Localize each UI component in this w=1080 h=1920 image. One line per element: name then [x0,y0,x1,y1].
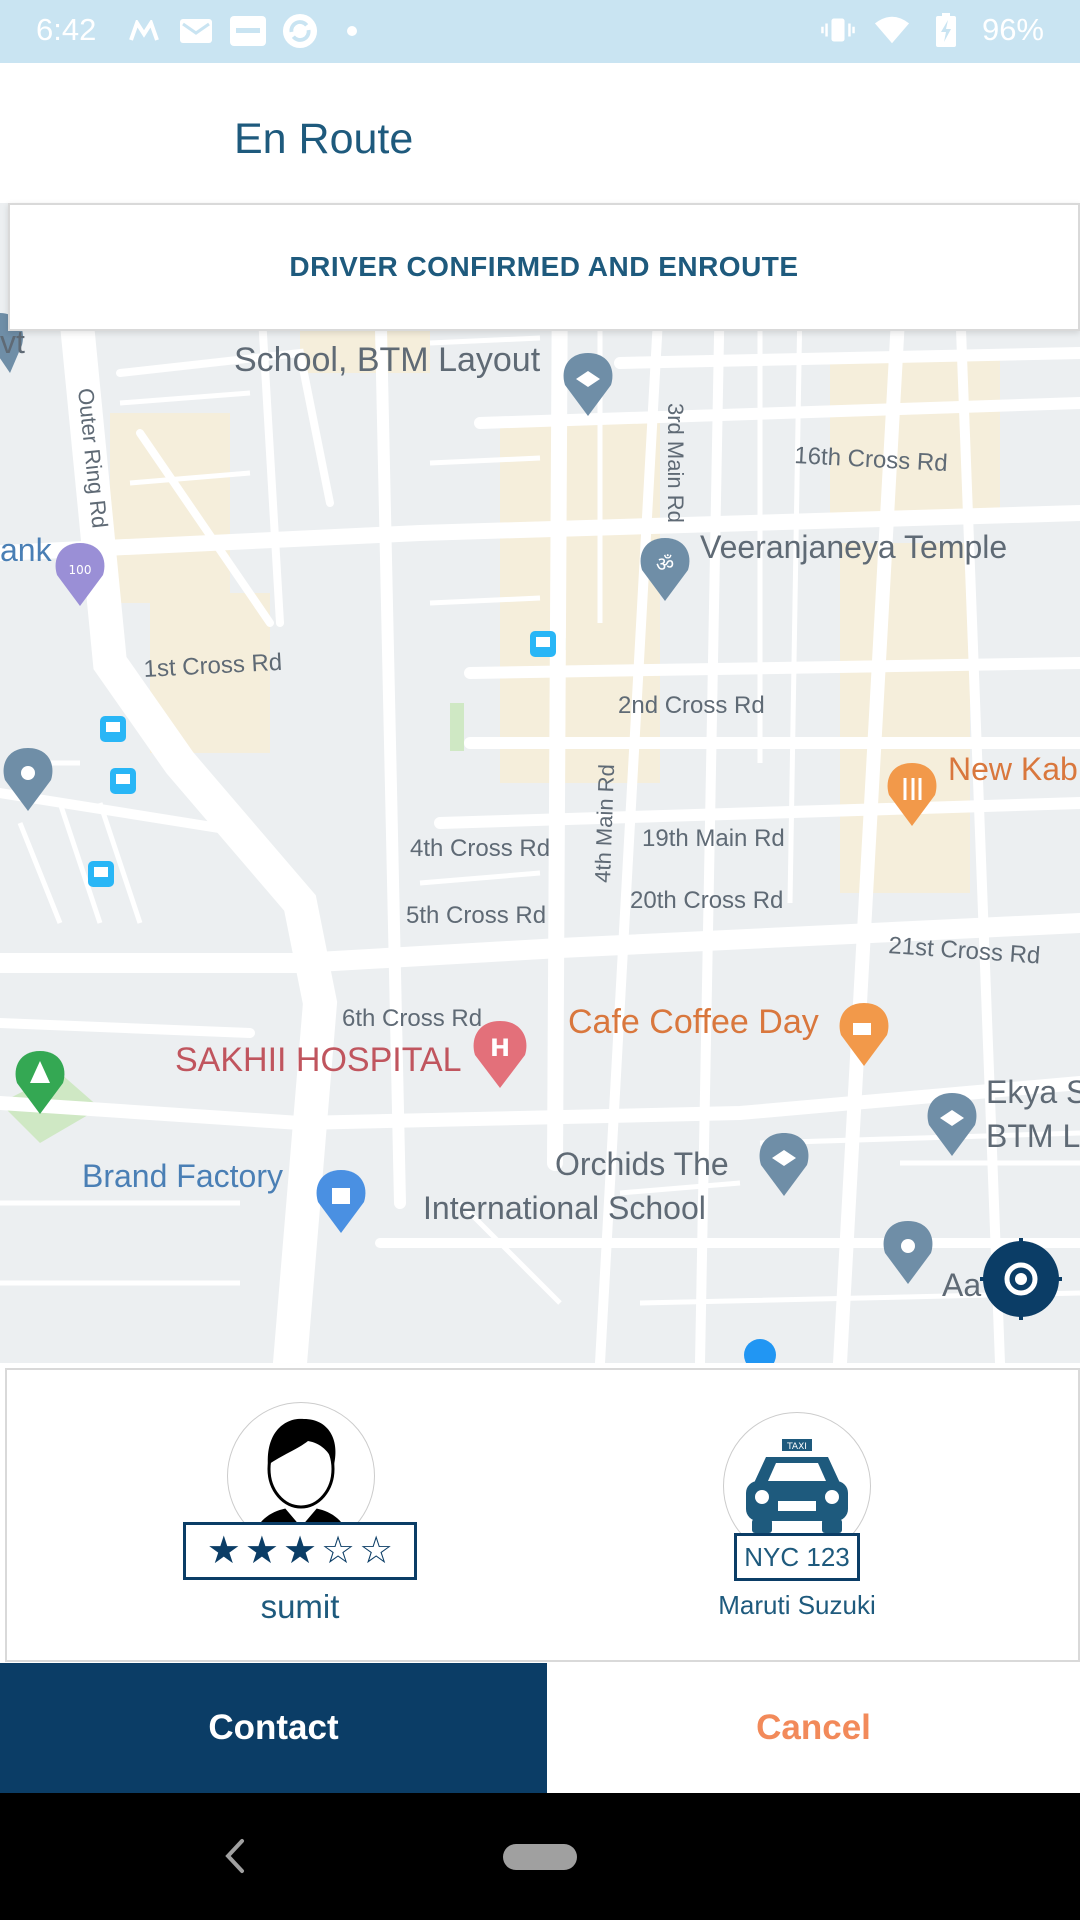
paytm-icon [230,14,266,48]
bus-stop-icon[interactable] [110,768,136,794]
map-label: Veeranjaneya Temple [700,529,1007,565]
svg-text:100: 100 [69,563,92,577]
app-header: En Route [0,63,1080,203]
svg-text:H: H [490,1034,510,1062]
page-title: En Route [234,115,414,163]
bus-stop-icon[interactable] [530,631,556,657]
car-model: Maruti Suzuki [718,1590,876,1620]
school-pin-icon[interactable] [927,1093,977,1156]
gmail-icon [178,14,214,48]
map-label: New Kab [948,751,1078,787]
pin-icon[interactable] [883,1221,933,1284]
system-icons: 96% [820,12,1044,48]
driver-name: sumit [260,1588,340,1625]
school-pin-icon[interactable] [563,353,613,416]
star-empty-icon: ☆ [321,1530,356,1572]
motorola-icon [126,14,162,48]
map-label: ank [0,532,53,568]
map-label: 21st Cross Rd [888,932,1042,970]
status-banner: DRIVER CONFIRMED AND ENROUTE [8,203,1080,331]
map-label: Cafe Coffee Day [568,1003,819,1041]
svg-text:TAXI: TAXI [786,1442,807,1452]
svg-text:ॐ: ॐ [656,552,674,576]
map-label: International School [423,1190,706,1226]
map-label: Aa [942,1267,981,1303]
banner-text: DRIVER CONFIRMED AND ENROUTE [289,251,799,282]
cafe-pin-icon[interactable] [839,1003,889,1066]
dot-icon [334,14,370,48]
star-empty-icon: ☆ [359,1530,394,1572]
map-view[interactable]: ॐ 100 H School, BTM Layout 16th Cross Rd… [0,203,1080,1363]
vibrate-icon [820,13,856,47]
bus-stop-icon[interactable] [88,861,114,887]
map-label: 20th Cross Rd [630,887,783,914]
battery-percent: 96% [981,12,1044,47]
map-label: BTM L [986,1118,1080,1154]
shopping-pin-icon[interactable] [316,1170,366,1233]
sync-app-icon [282,13,318,49]
my-location-button[interactable] [980,1238,1062,1320]
map-label: Brand Factory [82,1158,283,1194]
crosshair-icon [980,1238,1062,1320]
map-label: School, BTM Layout [234,341,541,379]
user-location-dot [744,1339,776,1363]
status-time: 6:42 [36,12,97,47]
map-label: 6th Cross Rd [342,1005,482,1032]
license-plate: NYC 123 [734,1533,860,1581]
map-label: Ekya S [986,1074,1080,1110]
map-label: Orchids The [555,1146,729,1182]
map-label: 4th Cross Rd [410,835,550,862]
bus-stop-icon[interactable] [100,716,126,742]
map-canvas[interactable]: ॐ 100 H School, BTM Layout 16th Cross Rd… [0,203,1080,1363]
wifi-icon [874,13,910,47]
map-label: 4th Main Rd [590,764,619,883]
map-label: 5th Cross Rd [406,902,546,929]
driver-info-panel: ★ ★ ★ ☆ ☆ sumit TAXI NYC 123 Maruti Suzu… [5,1368,1080,1662]
map-label: SAKHII HOSPITAL [175,1041,462,1079]
map-label: 3rd Main Rd [663,403,688,523]
map-label: 2nd Cross Rd [618,692,765,719]
cancel-button[interactable]: Cancel [547,1663,1080,1793]
driver-rating: ★ ★ ★ ☆ ☆ [183,1522,417,1580]
school-pin-icon[interactable] [759,1133,809,1196]
star-filled-icon: ★ [282,1530,318,1572]
battery-charging-icon [928,13,964,47]
contact-button[interactable]: Contact [0,1663,547,1793]
notification-icons [126,13,370,49]
back-icon[interactable] [214,1831,254,1881]
map-label: 19th Main Rd [642,825,785,852]
home-pill-button[interactable] [503,1844,577,1870]
status-bar: 6:42 96% [0,0,1080,63]
star-filled-icon: ★ [244,1530,279,1572]
star-filled-icon: ★ [206,1530,241,1572]
